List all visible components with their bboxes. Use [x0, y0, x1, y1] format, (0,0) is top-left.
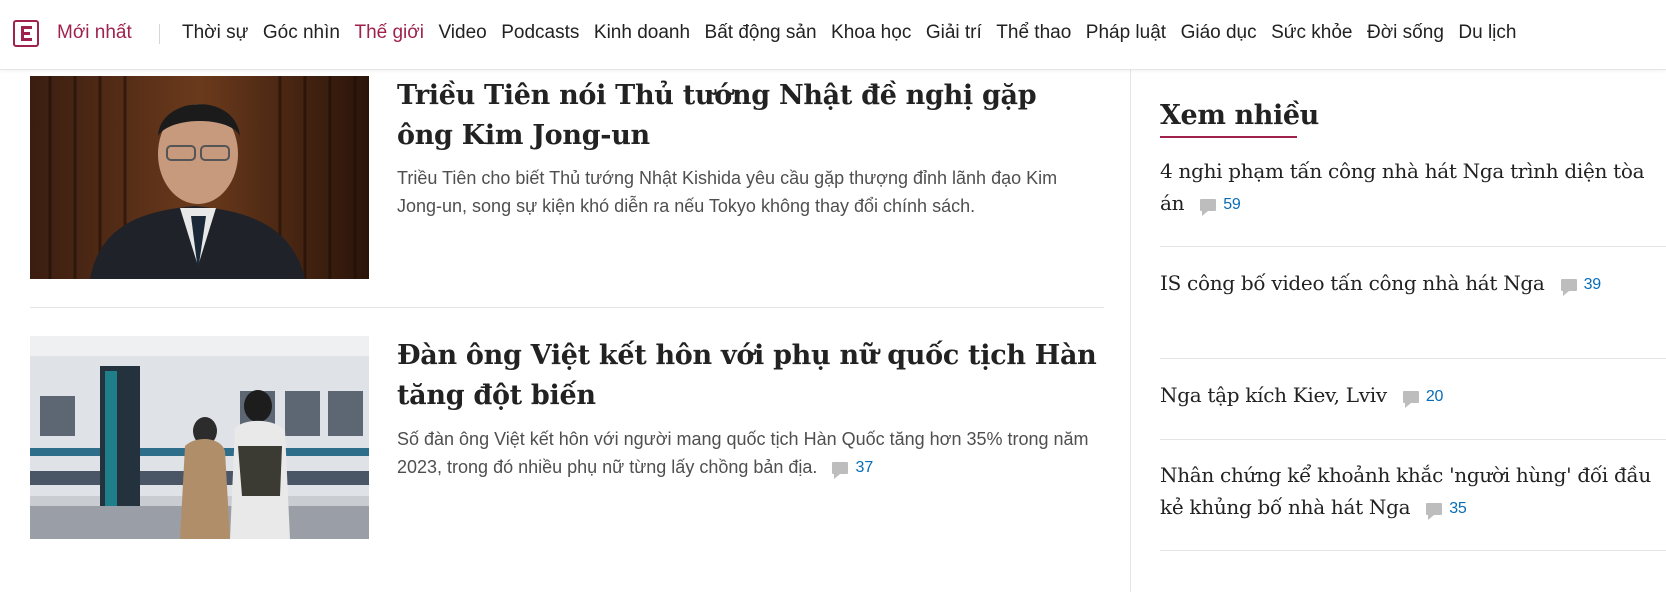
comment-icon	[1560, 278, 1577, 296]
comment-link[interactable]: 20	[1402, 381, 1444, 413]
comment-link[interactable]: 37	[832, 454, 873, 482]
comment-link[interactable]: 39	[1560, 269, 1602, 301]
nav-item-thoi-su[interactable]: Thời sự	[182, 22, 248, 44]
comment-icon	[1402, 390, 1419, 408]
article-description: Số đàn ông Việt kết hôn với người mang q…	[397, 425, 1097, 482]
nav-item-kinh-doanh[interactable]: Kinh doanh	[594, 22, 690, 44]
nav-item-giai-tri[interactable]: Giải trí	[926, 22, 982, 44]
most-read-item: Nga tập kích Kiev, Lviv 20	[1160, 379, 1666, 413]
nav-latest-link[interactable]: Mới nhất	[57, 22, 132, 44]
article-description-text: Số đàn ông Việt kết hôn với người mang q…	[397, 429, 1089, 477]
nav-item-goc-nhin[interactable]: Góc nhìn	[263, 22, 340, 44]
comment-icon	[832, 462, 849, 480]
nav-item-the-gioi[interactable]: Thế giới	[354, 22, 424, 44]
comment-count: 20	[1425, 387, 1444, 405]
comment-link[interactable]: 35	[1426, 493, 1467, 525]
most-read-item: IS công bố video tấn công nhà hát Nga 39	[1160, 267, 1666, 301]
nav-item-the-thao[interactable]: Thể thao	[996, 22, 1071, 44]
most-read-title[interactable]: Nhân chứng kể khoảnh khắc 'người hùng' đ…	[1160, 463, 1651, 519]
article-thumbnail[interactable]	[30, 336, 369, 539]
nav-item-video[interactable]: Video	[438, 22, 486, 44]
most-read-item: Nhân chứng kể khoảnh khắc 'người hùng' đ…	[1160, 459, 1666, 525]
article-thumbnail[interactable]	[30, 76, 369, 279]
nav-divider	[159, 24, 160, 44]
comment-icon	[1426, 502, 1443, 520]
most-read-item: 4 nghi phạm tấn công nhà hát Nga trình d…	[1160, 155, 1666, 221]
sidebar-item-divider	[1160, 246, 1666, 247]
sidebar-title-underline	[1160, 136, 1297, 138]
nav-item-khoa-hoc[interactable]: Khoa học	[831, 22, 911, 44]
comment-count: 59	[1223, 195, 1241, 213]
article-title[interactable]: Triều Tiên nói Thủ tướng Nhật đề nghị gặ…	[397, 76, 1097, 156]
nav-item-podcasts[interactable]: Podcasts	[501, 22, 579, 44]
article-divider	[30, 307, 1104, 308]
comment-count: 35	[1449, 499, 1467, 517]
nav-item-doi-song[interactable]: Đời sống	[1367, 22, 1444, 44]
article-description: Triều Tiên cho biết Thủ tướng Nhật Kishi…	[397, 168, 1058, 216]
sidebar-divider	[1130, 70, 1131, 592]
article-item: Triều Tiên nói Thủ tướng Nhật đề nghị gặ…	[30, 76, 1104, 286]
comment-icon	[1200, 198, 1217, 216]
nav-item-du-lich[interactable]: Du lịch	[1458, 22, 1516, 44]
nav-category-list: Thời sự Góc nhìn Thế giới Video Podcasts…	[182, 22, 1531, 44]
sidebar-item-divider	[1160, 358, 1666, 359]
top-navigation: Mới nhất Thời sự Góc nhìn Thế giới Video…	[0, 0, 1666, 70]
article-item: Đàn ông Việt kết hôn với phụ nữ quốc tịc…	[30, 336, 1104, 546]
most-read-title[interactable]: Nga tập kích Kiev, Lviv	[1160, 383, 1387, 407]
nav-item-giao-duc[interactable]: Giáo dục	[1181, 22, 1257, 44]
sidebar-item-divider	[1160, 550, 1666, 551]
comment-count: 39	[1583, 275, 1602, 293]
sidebar-item-divider	[1160, 439, 1666, 440]
nav-item-bat-dong-san[interactable]: Bất động sản	[705, 22, 817, 44]
vnexpress-logo-icon[interactable]	[13, 20, 39, 47]
nav-item-suc-khoe[interactable]: Sức khỏe	[1271, 22, 1352, 44]
comment-count: 37	[855, 459, 874, 477]
most-read-title[interactable]: IS công bố video tấn công nhà hát Nga	[1160, 271, 1545, 295]
sidebar-title: Xem nhiều	[1160, 100, 1319, 131]
article-title[interactable]: Đàn ông Việt kết hôn với phụ nữ quốc tịc…	[397, 336, 1097, 416]
comment-link[interactable]: 59	[1200, 189, 1241, 221]
nav-item-phap-luat[interactable]: Pháp luật	[1086, 22, 1166, 44]
